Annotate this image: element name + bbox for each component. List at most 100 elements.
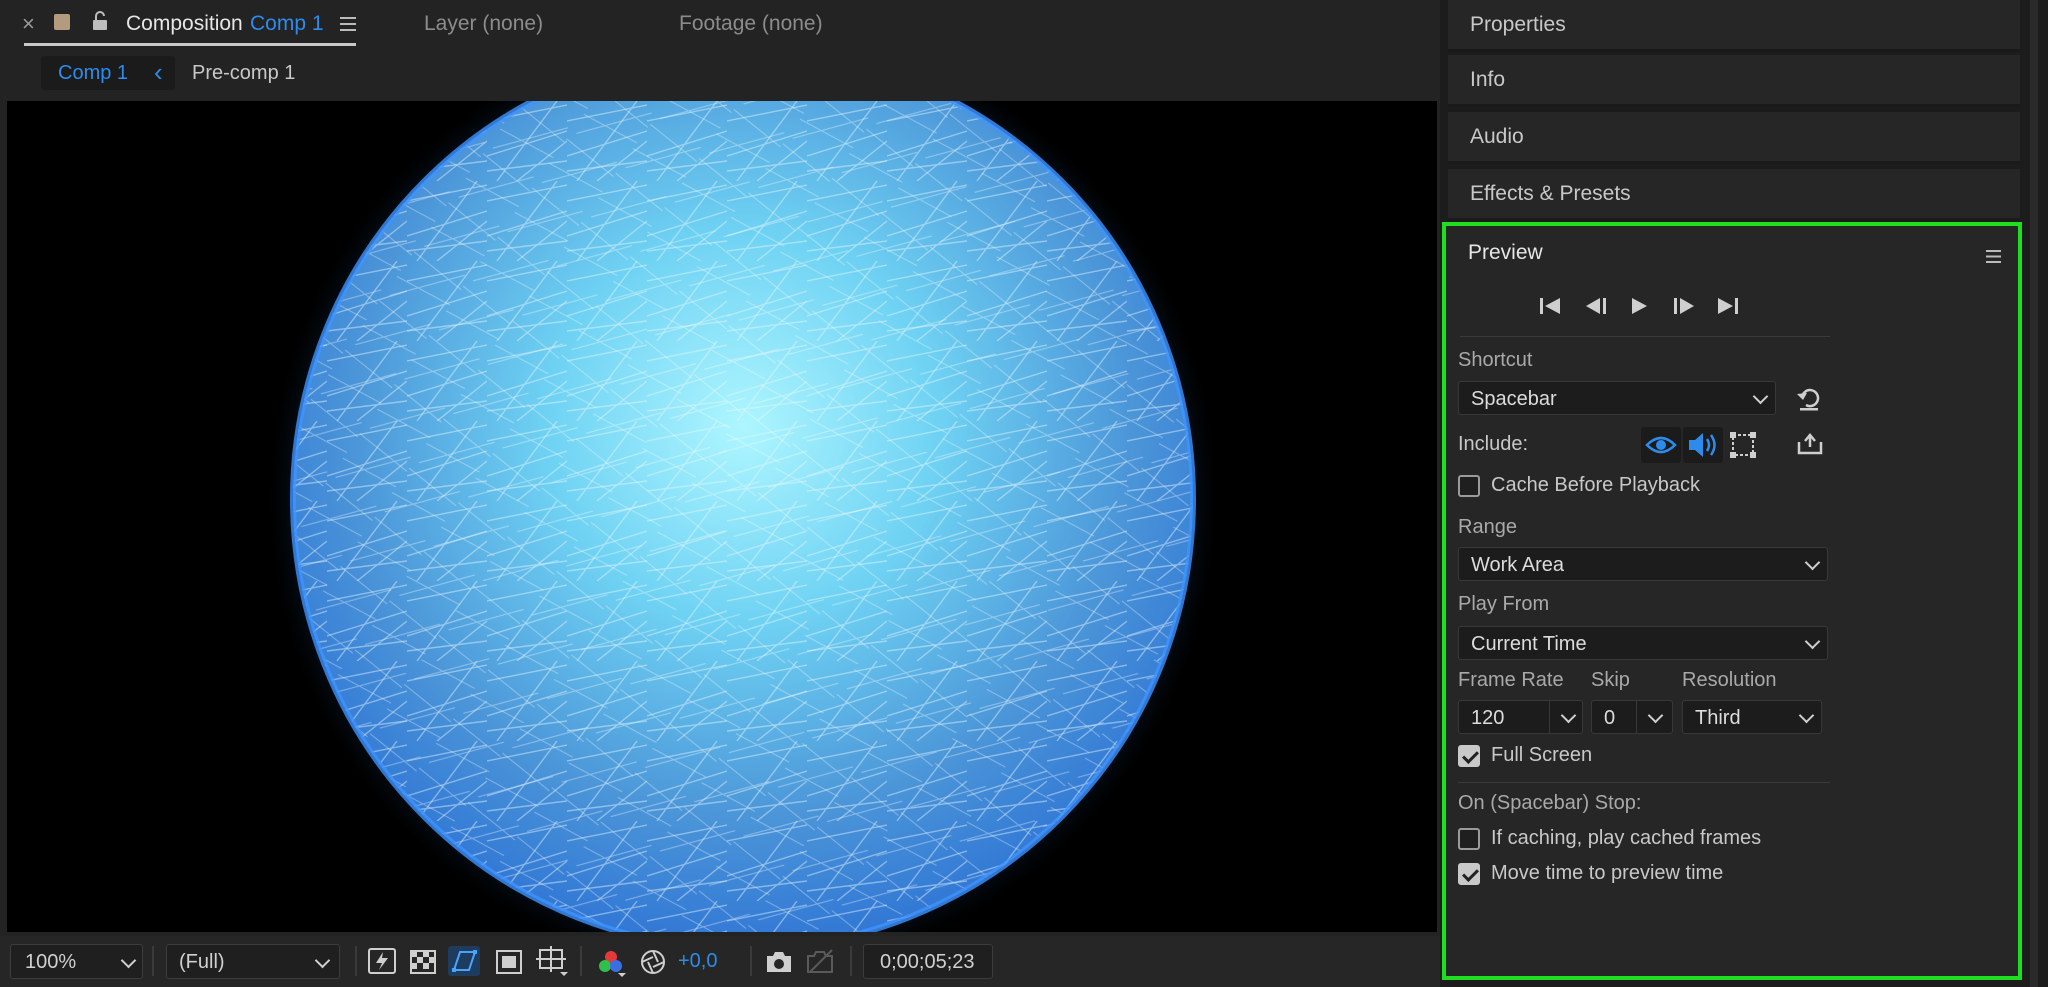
divider (1458, 782, 1830, 783)
cache-before-playback-checkbox[interactable] (1458, 475, 1480, 497)
shortcut-dropdown[interactable]: Spacebar (1458, 381, 1776, 415)
preview-panel-title: Preview (1468, 241, 1543, 264)
breadcrumb-parent-comp[interactable]: Pre-comp 1 (192, 62, 295, 85)
shortcut-value: Spacebar (1471, 388, 1557, 410)
panel-scrollbar[interactable] (2030, 0, 2038, 987)
label-color-swatch[interactable] (54, 14, 70, 30)
frame-rate-value: 120 (1471, 707, 1505, 729)
include-toggle-group (1641, 427, 1781, 463)
play-icon[interactable] (1628, 296, 1650, 321)
exposure-value[interactable]: +0,0 (678, 950, 717, 973)
current-time-display[interactable]: 0;00;05;23 (863, 944, 993, 979)
toolbar-divider (152, 946, 154, 976)
chevron-down-icon (1647, 707, 1664, 724)
properties-panel[interactable]: Properties (1448, 0, 2020, 52)
range-value: Work Area (1471, 554, 1564, 576)
toolbar-divider (850, 946, 852, 976)
composition-tab-label: Composition (126, 12, 243, 35)
mask-path-visibility-icon[interactable] (448, 946, 480, 976)
first-frame-icon[interactable] (1538, 296, 1562, 321)
composition-viewer[interactable] (7, 101, 1437, 932)
show-snapshot-icon[interactable] (806, 948, 834, 979)
video-eye-icon[interactable] (1641, 427, 1681, 463)
audio-panel[interactable]: Audio (1448, 112, 2020, 164)
play-from-dropdown[interactable]: Current Time (1458, 626, 1828, 660)
full-screen-label: Full Screen (1491, 744, 1593, 766)
stop-label: On (Spacebar) Stop: (1458, 792, 1642, 814)
grid-guides-icon[interactable] (536, 946, 568, 983)
breadcrumb-back-icon[interactable]: ‹ (154, 57, 163, 88)
dropdown-divider (1636, 701, 1637, 733)
panel-menu-icon[interactable] (340, 16, 356, 37)
toolbar-divider (750, 946, 752, 976)
breadcrumb: Comp 1 ‹ Pre-comp 1 (0, 50, 1440, 98)
transparency-grid-icon[interactable] (410, 950, 436, 979)
divider (1460, 336, 1830, 337)
include-label: Include: (1458, 433, 1529, 455)
chevron-down-icon (120, 952, 137, 969)
if-caching-checkbox[interactable] (1458, 828, 1480, 850)
chevron-down-icon (1560, 707, 1577, 724)
panel-menu-icon[interactable] (1986, 249, 2001, 269)
tab-layer[interactable]: Layer (none) (424, 12, 543, 36)
lock-icon[interactable] (90, 10, 110, 37)
breadcrumb-current-comp[interactable]: Comp 1 ‹ (41, 56, 175, 90)
cache-before-playback-label: Cache Before Playback (1491, 474, 1701, 496)
resolution-dropdown[interactable]: (Full) (166, 944, 340, 979)
frame-rate-dropdown[interactable]: 120 (1458, 700, 1583, 734)
shortcut-label: Shortcut (1458, 349, 1533, 371)
info-panel[interactable]: Info (1448, 55, 2020, 107)
toolbar-divider (580, 946, 582, 976)
effects-presets-panel[interactable]: Effects & Presets (1448, 169, 2020, 221)
active-tab-underline (24, 43, 356, 46)
skip-dropdown[interactable]: 0 (1591, 700, 1673, 734)
composition-tab-name: Comp 1 (250, 12, 324, 35)
composition-panel: × Composition Comp 1 Layer (none) Footag… (0, 0, 1440, 987)
chevron-down-icon (1752, 388, 1769, 405)
resolution-dropdown[interactable]: Third (1682, 700, 1822, 734)
next-frame-icon[interactable] (1671, 296, 1697, 321)
properties-panel-title: Properties (1470, 13, 1566, 36)
close-icon[interactable]: × (22, 11, 35, 37)
resolution-value: (Full) (179, 951, 225, 973)
resolution-value: Third (1695, 707, 1741, 729)
zoom-value: 100% (25, 951, 77, 973)
full-screen-checkbox[interactable] (1458, 745, 1480, 767)
chevron-down-icon (1804, 554, 1821, 571)
last-frame-icon[interactable] (1716, 296, 1740, 321)
dropdown-divider (1549, 701, 1550, 733)
reset-exposure-icon[interactable] (640, 949, 666, 980)
tab-composition[interactable]: Composition Comp 1 (24, 0, 356, 50)
viewer-footage-sphere (265, 101, 1221, 932)
range-dropdown[interactable]: Work Area (1458, 547, 1828, 581)
chevron-down-icon (1798, 707, 1815, 724)
breadcrumb-current-label: Comp 1 (58, 62, 129, 84)
timecode-value: 0;00;05;23 (880, 951, 975, 973)
info-panel-title: Info (1470, 68, 1506, 91)
reset-icon[interactable] (1796, 386, 1822, 417)
zoom-dropdown[interactable]: 100% (10, 944, 143, 979)
effects-presets-panel-title: Effects & Presets (1470, 182, 1631, 205)
export-icon[interactable] (1796, 432, 1824, 461)
channels-icon[interactable] (596, 949, 626, 982)
toolbar-divider (355, 946, 357, 976)
fast-previews-icon[interactable] (368, 948, 396, 979)
snapshot-icon[interactable] (765, 950, 793, 979)
chevron-down-icon (314, 952, 331, 969)
region-of-interest-icon[interactable] (496, 950, 522, 979)
range-label: Range (1458, 516, 1517, 538)
chevron-down-icon (1804, 633, 1821, 650)
overlays-icon[interactable] (1727, 429, 1759, 466)
move-time-checkbox[interactable] (1458, 863, 1480, 885)
move-time-label: Move time to preview time (1491, 862, 1724, 884)
audio-speaker-icon[interactable] (1683, 427, 1723, 463)
previous-frame-icon[interactable] (1583, 296, 1609, 321)
if-caching-label: If caching, play cached frames (1491, 827, 1762, 849)
viewer-tab-bar: × Composition Comp 1 Layer (none) Footag… (0, 0, 1440, 50)
play-from-value: Current Time (1471, 633, 1587, 655)
preview-panel: Preview Shortcut Spacebar Include: Cache… (1442, 222, 2022, 980)
viewer-bottom-toolbar: 100% (Full) (0, 936, 1440, 987)
tab-footage[interactable]: Footage (none) (679, 12, 823, 36)
resolution-label: Resolution (1682, 669, 1777, 691)
audio-panel-title: Audio (1470, 125, 1524, 148)
